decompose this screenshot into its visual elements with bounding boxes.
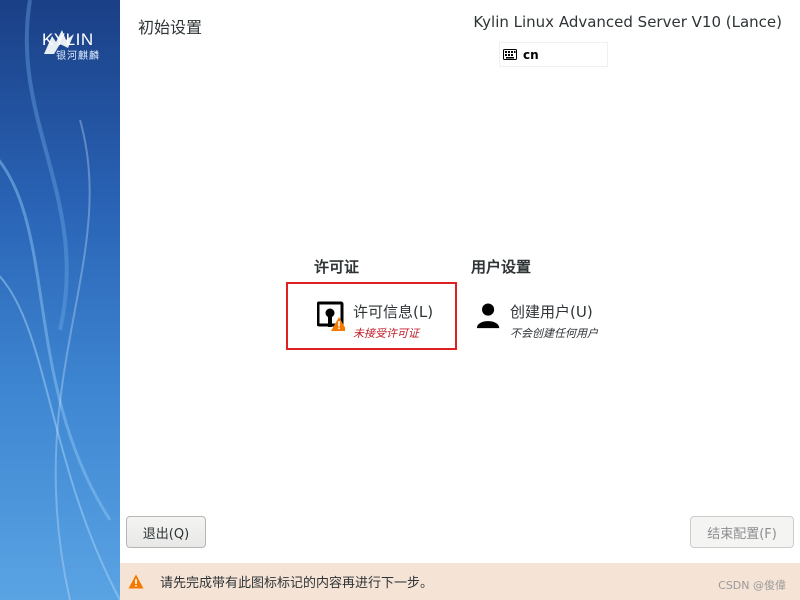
license-warning-icon <box>317 301 345 331</box>
spoke-license-info[interactable]: 许可信息(L) 未接受许可证 <box>317 301 433 341</box>
spoke-create-user-status: 不会创建任何用户 <box>510 327 598 340</box>
product-title: Kylin Linux Advanced Server V10 (Lance) <box>473 13 782 31</box>
logo-subtext: 银河麒麟 <box>56 51 100 62</box>
user-icon <box>476 303 500 329</box>
keyboard-icon <box>503 49 517 60</box>
spoke-create-user[interactable]: 创建用户(U) 不会创建任何用户 <box>476 301 598 341</box>
page-title: 初始设置 <box>138 18 203 37</box>
sidebar-background-art <box>0 0 120 600</box>
warning-text: 请先完成带有此图标标记的内容再进行下一步。 <box>160 576 434 591</box>
keyboard-layout-label: cn <box>523 47 539 62</box>
section-title-license: 许可证 <box>314 258 360 276</box>
finish-configuration-button[interactable]: 结束配置(F) <box>690 516 794 548</box>
section-title-user-settings: 用户设置 <box>471 258 532 276</box>
keyboard-layout-indicator[interactable]: cn <box>500 43 607 66</box>
spoke-license-title: 许可信息(L) <box>353 303 434 321</box>
sidebar: KYLIN 银河麒麟 <box>0 0 120 600</box>
warning-bar: 请先完成带有此图标标记的内容再进行下一步。 <box>120 563 800 600</box>
spoke-create-user-title: 创建用户(U) <box>510 303 593 321</box>
warning-icon <box>128 574 144 589</box>
watermark: CSDN @俊偉 <box>718 579 786 592</box>
quit-button[interactable]: 退出(Q) <box>126 516 206 548</box>
spoke-license-status: 未接受许可证 <box>353 327 419 340</box>
main-panel: 初始设置 Kylin Linux Advanced Server V10 (La… <box>120 0 800 600</box>
